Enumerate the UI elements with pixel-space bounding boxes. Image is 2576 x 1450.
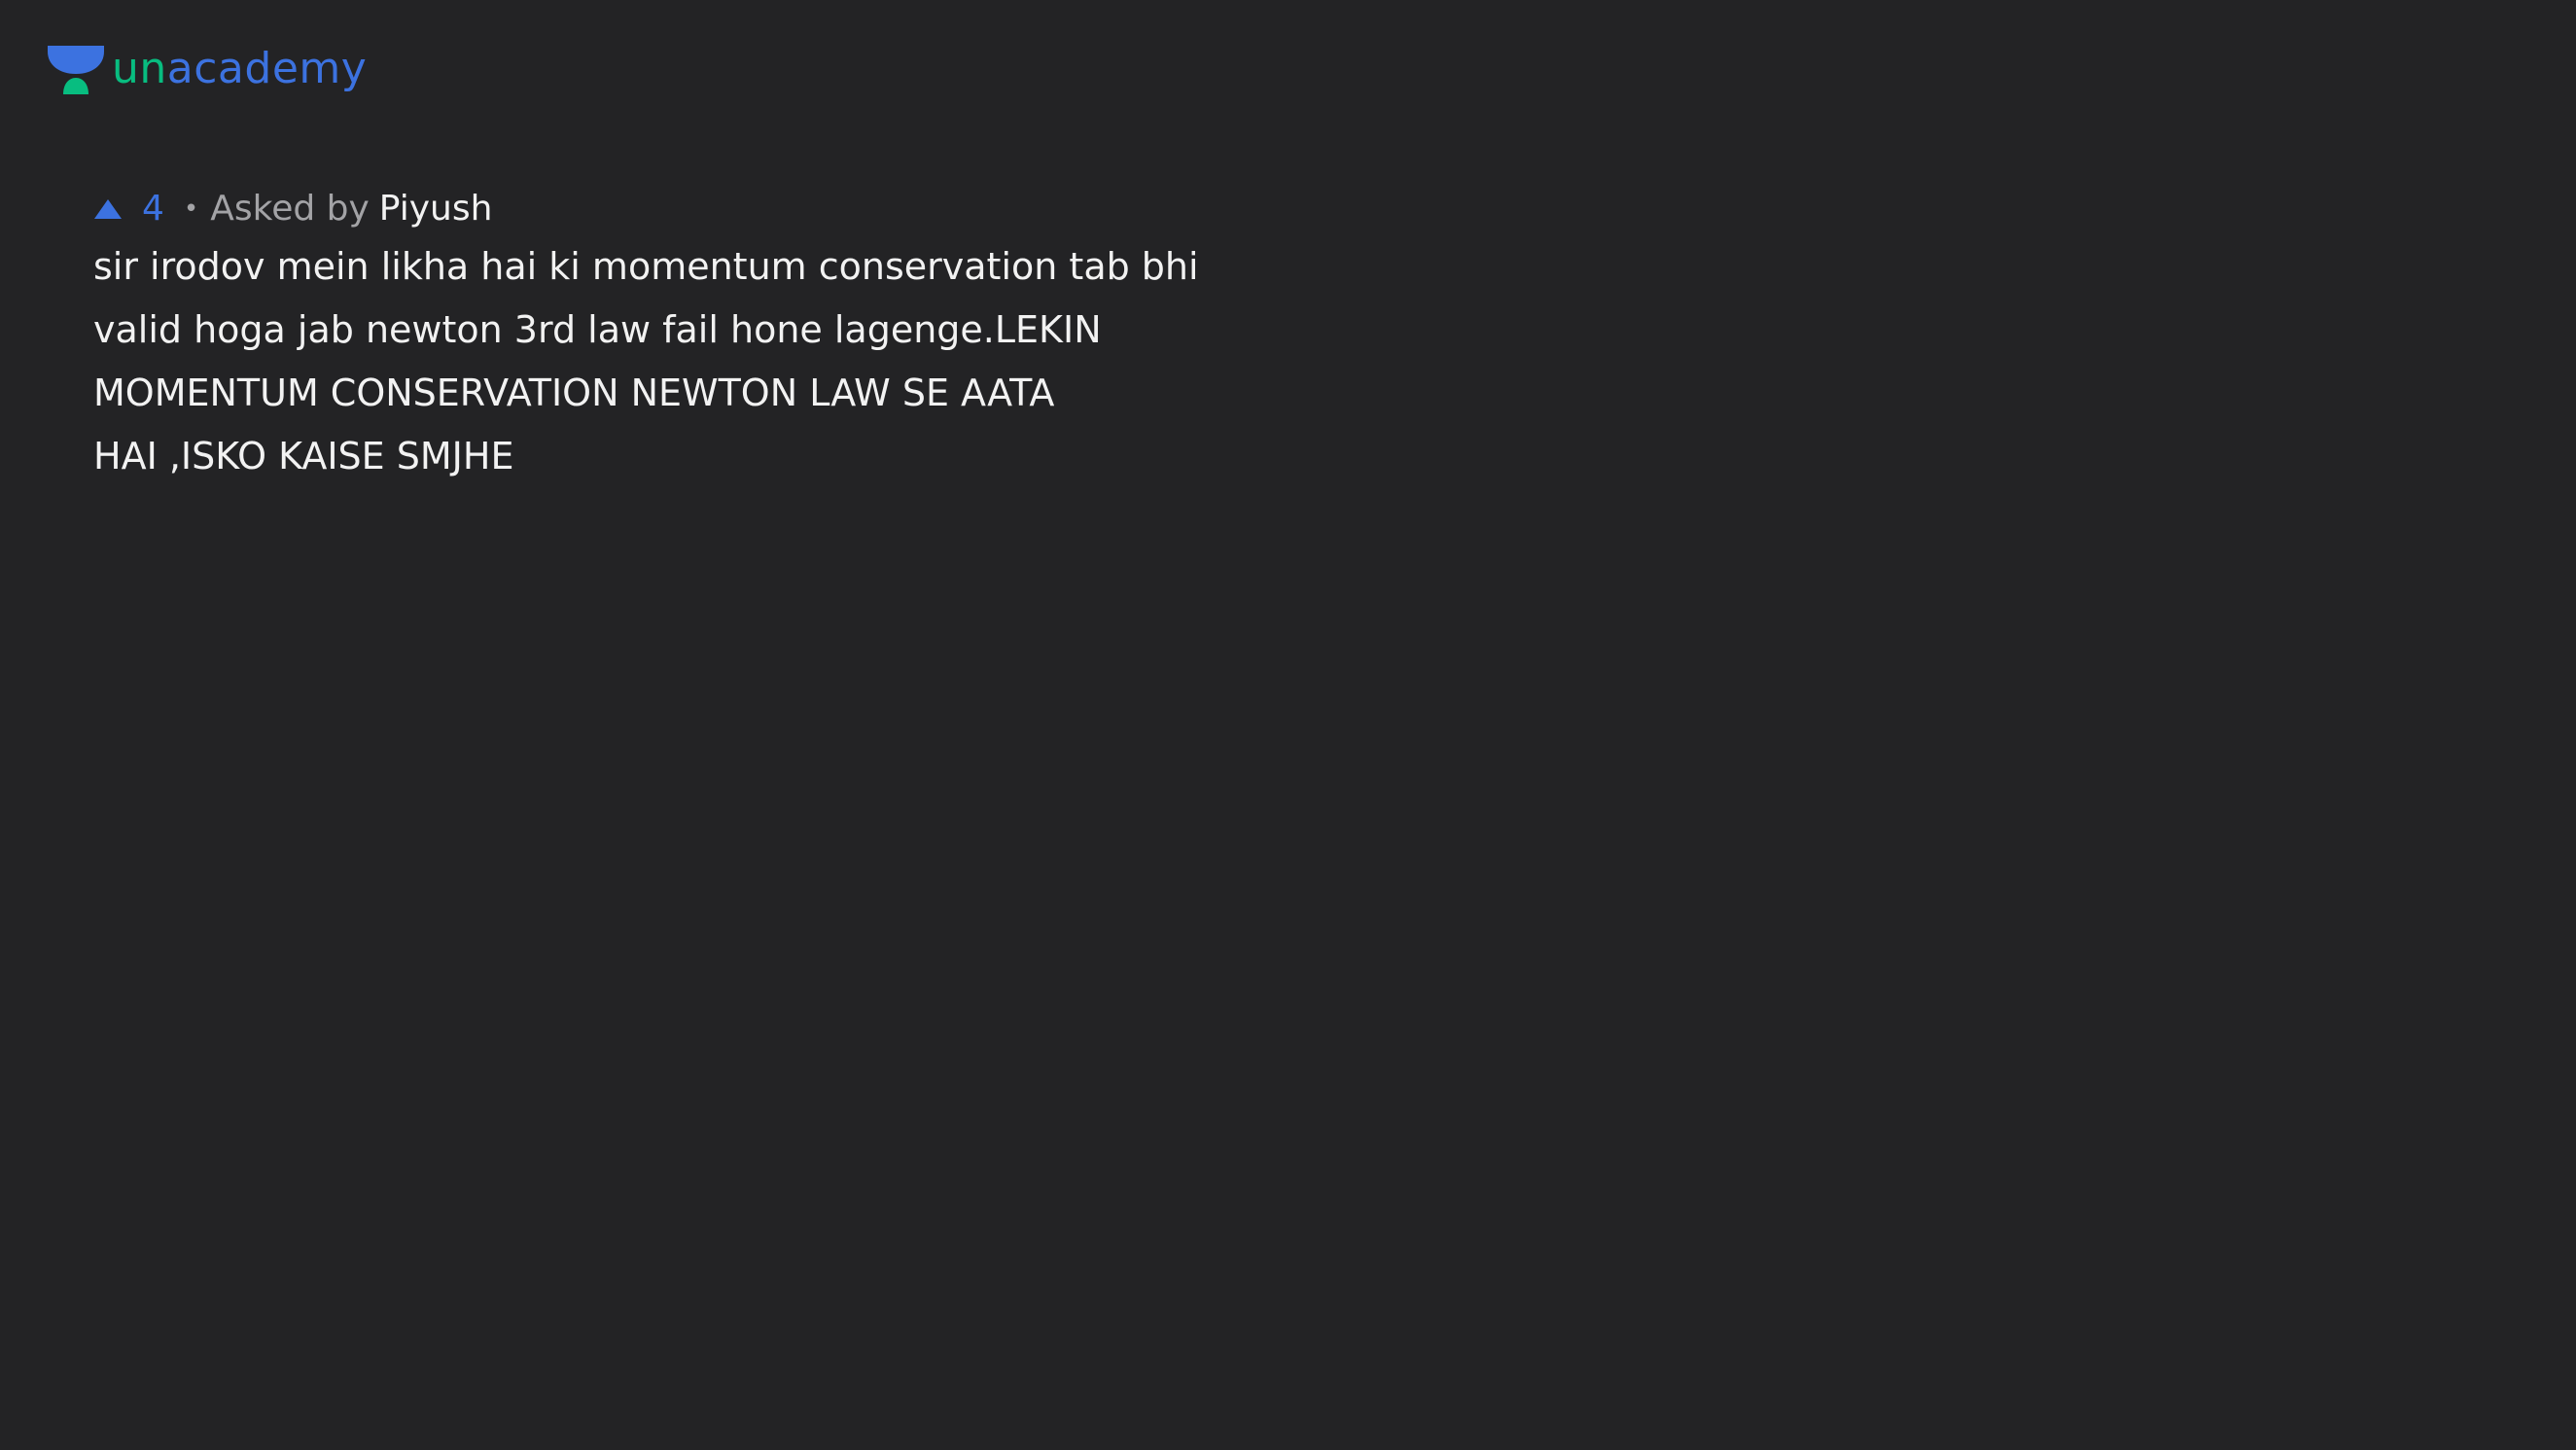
brand-wordmark: unacademy [112, 43, 367, 95]
brand-logo[interactable]: unacademy [46, 43, 367, 95]
meta-separator: • [183, 195, 199, 224]
unacademy-cap-icon [48, 46, 104, 94]
asked-by-label: Asked by [210, 189, 370, 229]
question-meta: 4 • Asked by Piyush [93, 185, 1241, 233]
page: unacademy 4 • Asked by Piyush sir irodov… [0, 0, 2576, 1450]
brand-wordmark-academy: academy [166, 44, 368, 93]
upvote-count: 4 [142, 189, 164, 229]
question-card: 4 • Asked by Piyush sir irodov mein likh… [93, 185, 1241, 488]
asker-name[interactable]: Piyush [379, 185, 493, 233]
triangle-up-icon [94, 199, 122, 219]
brand-wordmark-un: un [112, 44, 167, 93]
question-text: sir irodov mein likha hai ki momentum co… [93, 245, 1199, 477]
upvote-button[interactable]: 4 [93, 185, 164, 233]
